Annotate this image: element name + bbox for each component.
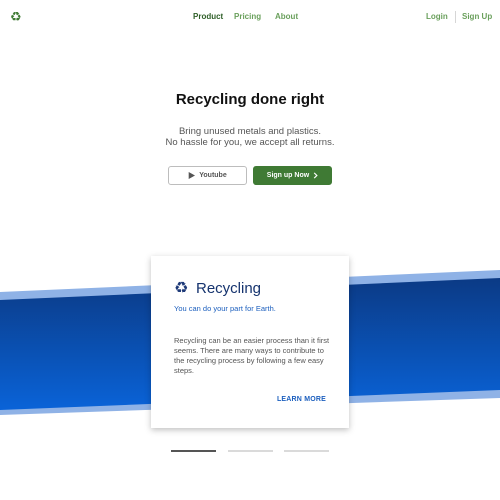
carousel-indicator-3[interactable] (284, 450, 329, 452)
youtube-button-label: Youtube (199, 172, 227, 179)
nav-link-about[interactable]: About (275, 12, 298, 21)
play-icon (188, 172, 196, 179)
nav-link-pricing[interactable]: Pricing (234, 12, 261, 21)
card-title: Recycling (196, 280, 262, 297)
login-link[interactable]: Login (426, 12, 448, 21)
signup-now-button[interactable]: Sign up Now (253, 166, 332, 185)
hero-title: Recycling done right (175, 91, 325, 108)
nav-link-product[interactable]: Product (193, 12, 223, 21)
recycling-card: ♻ Recycling You can do your part for Ear… (151, 256, 349, 428)
logo-recycle-icon[interactable]: ♻ (10, 10, 24, 24)
card-subtitle: You can do your part for Earth. (174, 304, 276, 313)
chevron-right-icon (313, 172, 318, 179)
signup-now-label: Sign up Now (266, 172, 310, 179)
hero-subtitle-line1: Bring unused metals and plastics. (178, 126, 322, 137)
card-body: Recycling can be an easier process than … (174, 336, 330, 375)
hero-subtitle-line2: No hassle for you, we accept all returns… (165, 137, 335, 148)
card-recycle-icon: ♻ (174, 280, 189, 297)
youtube-button[interactable]: Youtube (168, 166, 247, 185)
carousel-indicator-2[interactable] (228, 450, 273, 452)
learn-more-link[interactable]: LEARN MORE (277, 396, 326, 403)
carousel-indicator-1[interactable] (171, 450, 216, 452)
nav-divider (455, 11, 456, 23)
signup-link[interactable]: Sign Up (462, 12, 492, 21)
